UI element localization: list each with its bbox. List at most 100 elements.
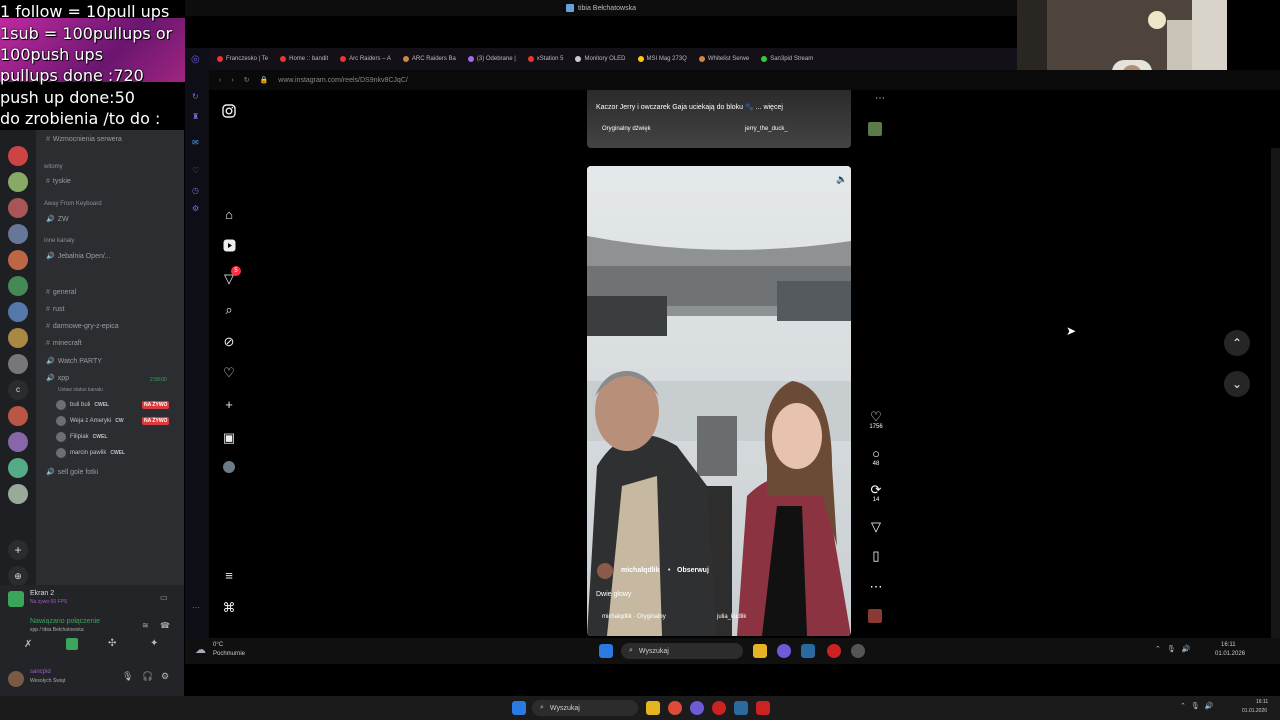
reel-username[interactable]: michalqdlik <box>621 567 660 574</box>
voice-channel[interactable]: 🔊 ZW <box>46 215 69 224</box>
prev-audio-thumb[interactable] <box>868 122 882 136</box>
reload-icon[interactable]: ↻ <box>192 92 199 101</box>
headphones-icon[interactable]: 🎧 <box>142 671 153 682</box>
server-icon[interactable] <box>8 406 28 426</box>
prev-more-icon[interactable]: ⋯ <box>875 93 885 104</box>
recording-icon[interactable] <box>756 701 770 715</box>
voice-user[interactable]: marcin pawlik CWEL <box>56 448 125 458</box>
tray-icons[interactable]: ⌃🎙🔊 <box>1180 702 1218 710</box>
soundboard-icon[interactable]: ✦ <box>150 638 158 649</box>
server-icon[interactable] <box>8 484 28 504</box>
back-icon[interactable]: ‹ <box>219 77 221 84</box>
voice-user[interactable]: Weja z Ameryki CW <box>56 416 124 426</box>
browser-tab[interactable]: MSI Mag 273Q <box>637 56 687 62</box>
reel-user-avatar[interactable] <box>597 563 613 579</box>
taskbar-search[interactable]: ⌕ Wyszukaj <box>621 643 743 659</box>
tray-icons[interactable]: ⌃🎙🔊 <box>1155 645 1196 653</box>
page-scrollbar[interactable] <box>1271 148 1280 638</box>
reel-tagged-user[interactable]: julia_kudlik <box>717 614 746 620</box>
mic-icon[interactable]: 🎙 <box>122 671 133 682</box>
avatar[interactable] <box>8 671 24 687</box>
voice-user[interactable]: buli buli CWEL <box>56 400 109 410</box>
server-icon[interactable]: c <box>8 380 28 400</box>
browser-tab[interactable]: Franczesko | Te <box>217 56 268 62</box>
server-icon[interactable] <box>8 432 28 452</box>
steam-icon[interactable] <box>801 644 815 658</box>
server-icon[interactable] <box>8 302 28 322</box>
messages-icon[interactable]: ▽ 5 <box>221 266 241 287</box>
reels-icon[interactable] <box>221 239 237 255</box>
server-icon[interactable] <box>8 172 28 192</box>
channel-category[interactable]: witomy <box>44 164 63 170</box>
previous-reel-button[interactable]: ⌃ <box>1224 330 1250 356</box>
more-icon[interactable]: ⋯ <box>192 603 200 612</box>
threads-icon[interactable]: ⌘ <box>221 600 237 616</box>
url-text[interactable]: www.instagram.com/reels/DS9nkv8CJqC/ <box>278 77 408 84</box>
browser-tab[interactable]: Home :: bandit <box>280 56 328 62</box>
text-channel[interactable]: # general <box>46 289 76 296</box>
browser-logo-icon[interactable]: ◎ <box>191 54 200 65</box>
popout-icon[interactable]: ▭ <box>160 593 168 602</box>
server-icon[interactable] <box>8 276 28 296</box>
follow-button[interactable]: Obserwuj <box>677 567 709 574</box>
more-button[interactable]: ⋯ <box>866 580 886 594</box>
text-channel[interactable]: # rust <box>46 306 65 313</box>
share-button[interactable]: ▽ <box>866 520 886 534</box>
settings-icon[interactable]: ⚙ <box>161 671 169 682</box>
text-channel[interactable]: # minecraft <box>46 340 82 347</box>
channel-category[interactable]: Away From Keyboard <box>44 201 102 207</box>
mute-icon[interactable]: 🔈 <box>836 174 847 185</box>
comment-button[interactable]: ○ 48 <box>866 447 886 468</box>
repost-button[interactable]: ⟳ 14 <box>866 483 886 504</box>
screen-icon[interactable] <box>66 638 78 650</box>
text-channel[interactable]: # darmowe-gry-z-epica <box>46 323 119 330</box>
settings-icon[interactable]: ⚙ <box>192 204 199 213</box>
browser-icon[interactable] <box>690 701 704 715</box>
messenger-icon[interactable]: ✉ <box>192 138 199 147</box>
activities-icon[interactable]: ✣ <box>108 638 116 649</box>
profile-avatar-icon[interactable] <box>221 461 237 477</box>
current-reel[interactable]: 🔈 michalqdlik • Obserwuj Dwie głowy mich… <box>587 166 851 636</box>
browser-tab[interactable]: Monitory OLED <box>575 56 626 62</box>
voice-channel[interactable]: 🔊 Jebalnia Open/... <box>46 252 111 261</box>
gaming-icon[interactable]: ♜ <box>192 112 199 121</box>
start-icon[interactable] <box>512 701 526 715</box>
reload-icon[interactable]: ↻ <box>244 76 250 84</box>
noise-icon[interactable]: ≋ <box>142 621 149 630</box>
voice-user[interactable]: Filipiak CWEL <box>56 432 107 442</box>
audio-thumb[interactable] <box>868 609 882 623</box>
connection-channel[interactable]: xpp / tibia Bełchatowska <box>30 627 84 633</box>
server-icon[interactable] <box>8 328 28 348</box>
voice-channel-status[interactable]: Ustaw status kanału <box>58 387 103 393</box>
server-icon[interactable] <box>8 224 28 244</box>
app-icon[interactable] <box>827 644 841 658</box>
server-icon[interactable] <box>8 458 28 478</box>
history-icon[interactable]: ◷ <box>192 186 199 195</box>
home-icon[interactable]: ⌂ <box>221 207 237 223</box>
notifications-heart-icon[interactable]: ♡ <box>221 365 237 381</box>
next-reel-button[interactable]: ⌄ <box>1224 371 1250 397</box>
forward-icon[interactable]: › <box>231 77 233 84</box>
text-channel[interactable]: # tyskie <box>46 178 71 185</box>
disconnect-icon[interactable]: ☎ <box>160 621 170 630</box>
text-channel[interactable]: # Wzmocnienia serwera <box>46 136 122 143</box>
like-button[interactable]: ♡ 1756 <box>866 410 886 431</box>
reel-audio[interactable]: michalqdlik · Oryginalny <box>602 614 666 620</box>
previous-reel[interactable]: Kaczor Jerry i owczarek Gaja uciekają do… <box>587 90 851 148</box>
server-icon[interactable] <box>8 198 28 218</box>
prev-reel-user[interactable]: jerry_the_duck_ <box>745 126 788 132</box>
camera-icon[interactable]: ✗ <box>24 639 32 650</box>
discover-icon[interactable]: ⊕ <box>8 566 28 586</box>
channel-category[interactable]: inne kanały <box>44 238 74 244</box>
save-button[interactable]: ▯ <box>866 549 886 563</box>
browser-tab[interactable]: Arc Raiders – A <box>340 56 391 62</box>
voice-channel[interactable]: 🔊 sell gole fotki <box>46 468 98 477</box>
browser-icon[interactable] <box>777 644 791 658</box>
browser-tab[interactable]: San3pid Stream <box>761 56 813 62</box>
server-icon[interactable] <box>8 250 28 270</box>
browser-tab[interactable]: (3) Odebrane | <box>467 56 516 62</box>
app-icon[interactable] <box>712 701 726 715</box>
chrome-icon[interactable] <box>668 701 682 715</box>
dashboard-icon[interactable]: ▣ <box>221 430 237 446</box>
file-explorer-icon[interactable] <box>753 644 767 658</box>
